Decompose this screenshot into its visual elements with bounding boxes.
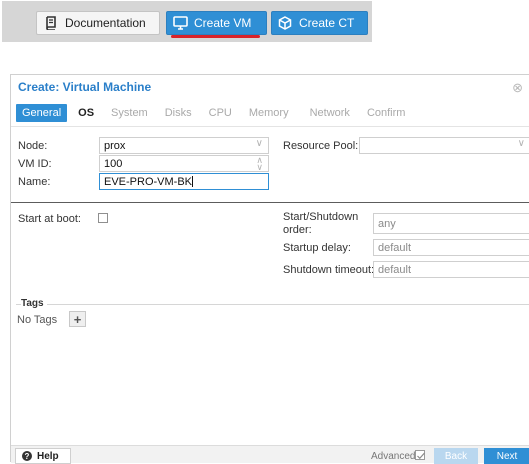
name-label: Name: [18,176,51,188]
text-caret [192,176,194,187]
tab-network: Network [309,107,350,119]
advanced-label: Advanced [371,451,416,462]
vmid-label: VM ID: [18,158,52,170]
shutdown-timeout-field[interactable]: default [373,261,529,278]
tab-confirm: Confirm [366,107,406,119]
create-ct-button[interactable]: Create CT [271,11,368,35]
documentation-label: Documentation [65,16,146,30]
startup-delay-value: default [378,242,412,254]
chevron-down-icon[interactable]: ∨ [256,138,263,149]
section-divider [11,202,529,203]
cube-icon [277,15,293,31]
question-circle-icon: ? [22,451,32,461]
shutdown-timeout-label: Shutdown timeout: [283,264,375,276]
create-ct-label: Create CT [299,16,355,30]
vmid-spinner[interactable]: 100 ∧ ∨ [99,155,269,172]
close-circle-icon[interactable]: ⊗ [512,80,523,96]
tabs-divider [11,126,529,127]
start-at-boot-label: Start at boot: [18,213,81,225]
tab-disks: Disks [164,107,192,119]
add-tag-button[interactable]: + [69,311,86,327]
advanced-checkbox[interactable] [415,450,425,460]
dialog-title: Create: Virtual Machine [18,80,152,94]
tab-system: System [111,107,148,119]
tab-general[interactable]: General [16,104,68,122]
start-shutdown-order-label: Start/Shutdown order: [283,211,359,236]
startup-delay-label: Startup delay: [283,242,351,254]
tags-legend: Tags [21,298,47,309]
tags-fieldset: Tags No Tags + [16,298,529,332]
node-select[interactable]: prox ∨ [99,137,269,154]
vmid-value: 100 [104,158,123,170]
chevron-down-icon[interactable]: ∨ [518,138,525,149]
resource-pool-label: Resource Pool: [283,140,359,152]
name-field[interactable]: EVE-PRO-VM-BK [99,173,269,190]
tab-os[interactable]: OS [72,104,100,122]
shutdown-timeout-value: default [378,264,412,276]
tab-cpu: CPU [208,107,232,119]
dialog-footer: ? Help Advanced Back Next [11,445,529,464]
plus-icon: + [73,311,82,327]
start-shutdown-order-field[interactable]: any [373,213,529,234]
no-tags-text: No Tags [17,314,58,326]
create-vm-highlight-underline [171,35,260,38]
name-value: EVE-PRO-VM-BK [104,176,193,188]
create-vm-dialog: Create: Virtual Machine ⊗ General OS Sys… [10,74,529,464]
book-icon [43,15,59,31]
resource-pool-select[interactable]: ∨ [359,137,529,154]
node-value: prox [104,140,126,152]
create-vm-label: Create VM [194,16,252,30]
node-label: Node: [18,140,48,152]
start-at-boot-checkbox[interactable] [98,213,108,223]
top-toolbar: Documentation Create VM Create CT [0,0,529,44]
create-vm-button[interactable]: Create VM [166,11,267,35]
startup-delay-field[interactable]: default [373,239,529,256]
checkmark-icon [417,452,425,460]
help-label: Help [37,450,59,462]
start-shutdown-order-value: any [378,218,396,230]
documentation-button[interactable]: Documentation [36,11,160,35]
wizard-tabs: General OS System Disks CPU Memory Netwo… [16,104,416,122]
tab-memory: Memory [248,107,289,119]
spinner-arrows-icon[interactable]: ∧ ∨ [256,156,263,172]
monitor-icon [172,15,188,31]
